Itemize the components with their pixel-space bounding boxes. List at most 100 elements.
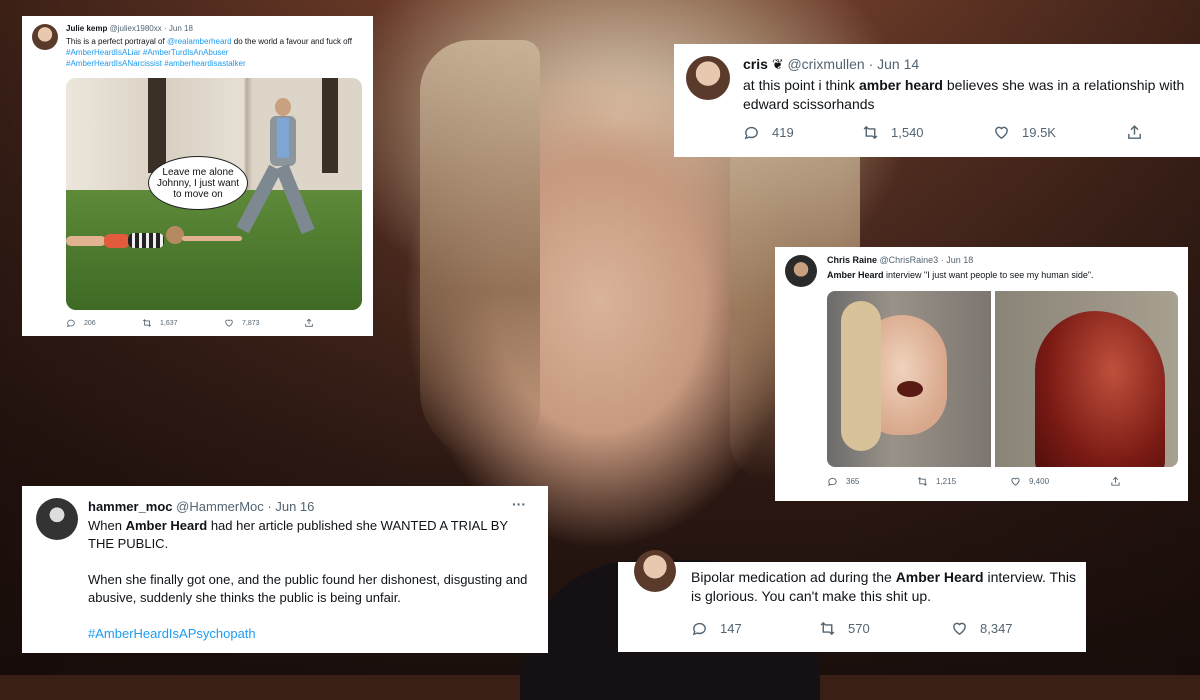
reply-button[interactable]: 365 — [827, 476, 859, 487]
tweet-text: at this point i think amber heard believ… — [743, 76, 1193, 114]
text-part: Bipolar medication ad during the — [691, 569, 896, 585]
reply-icon — [66, 319, 75, 327]
handle[interactable]: @HammerMoc — [176, 499, 264, 514]
text-bold: Amber Heard — [895, 569, 984, 585]
text-bold: Amber Heard — [125, 518, 208, 533]
retweet-button[interactable]: 570 — [819, 620, 870, 637]
reply-button[interactable]: 419 — [743, 124, 794, 141]
tweet-card-chris-raine[interactable]: Chris Raine @ChrisRaine3 · Jun 18 Amber … — [775, 247, 1188, 501]
tweet-card-cris[interactable]: cris ❦ @crixmullen · Jun 14 at this poin… — [674, 44, 1200, 157]
separator-dot: · — [267, 499, 272, 514]
like-button[interactable]: 7,873 — [224, 318, 260, 328]
tweet-header: hammer_moc @HammerMoc · Jun 16 — [88, 499, 314, 514]
reply-icon — [692, 622, 706, 636]
like-count: 8,347 — [980, 621, 1013, 636]
tweet-text: Bipolar medication ad during the Amber H… — [691, 568, 1081, 606]
share-icon — [1128, 125, 1141, 139]
name-badge: ❦ — [771, 56, 784, 72]
retweet-button[interactable]: 1,540 — [862, 124, 924, 141]
tweet-date[interactable]: Jun 14 — [877, 56, 919, 72]
retweet-icon — [863, 125, 878, 140]
retweet-count: 570 — [848, 621, 870, 636]
tweet-media-image-left[interactable] — [827, 291, 991, 467]
hashtag-link[interactable]: #AmberHeardIsAPsychopath — [88, 625, 534, 643]
heart-icon — [1011, 477, 1020, 486]
retweet-count: 1,540 — [891, 125, 924, 140]
share-button[interactable] — [304, 318, 314, 328]
paragraph-2: When she finally got one, and the public… — [88, 572, 528, 605]
display-name[interactable]: cris — [743, 56, 768, 72]
speech-bubble: Leave me alone Johnny, I just want to mo… — [148, 156, 248, 210]
share-button[interactable] — [1110, 476, 1121, 487]
more-options-button[interactable]: ··· — [512, 496, 526, 512]
tweet-card-julie[interactable]: Julie kemp @juliex1980xx · Jun 18 This i… — [22, 16, 373, 336]
hashtags-link[interactable]: #AmberHeardIsANarcissist #amberheardisas… — [66, 59, 246, 68]
separator-dot: · — [940, 255, 944, 265]
mouth — [897, 381, 923, 397]
like-button[interactable]: 9,400 — [1010, 476, 1049, 487]
paragraph-1: When Amber Heard had her article publish… — [88, 517, 534, 553]
text-part: This is a perfect portrayal of — [66, 37, 167, 46]
like-button[interactable]: 19.5K — [993, 124, 1056, 141]
retweet-icon — [918, 477, 927, 486]
text-part: interview "I just want people to see my … — [883, 270, 1094, 280]
reply-icon — [828, 477, 837, 486]
woman-figure — [66, 226, 246, 252]
tweet-card-bipolar[interactable]: Bipolar medication ad during the Amber H… — [618, 550, 1086, 652]
avatar[interactable] — [634, 550, 676, 592]
display-name[interactable]: Chris Raine — [827, 255, 877, 265]
like-count: 7,873 — [242, 319, 260, 327]
heart-icon — [995, 126, 1008, 140]
reply-count: 147 — [720, 621, 742, 636]
handle[interactable]: @ChrisRaine3 — [880, 255, 939, 265]
display-name[interactable]: hammer_moc — [88, 499, 173, 514]
avatar[interactable] — [785, 255, 817, 287]
tweet-header: cris ❦ @crixmullen · Jun 14 — [743, 56, 919, 73]
tweet-media-image[interactable]: Leave me alone Johnny, I just want to mo… — [66, 78, 362, 310]
window-dark — [148, 78, 166, 173]
tweet-header: Julie kemp @juliex1980xx · Jun 18 — [66, 24, 193, 33]
tweet-date[interactable]: Jun 16 — [275, 499, 314, 514]
text-part: at this point i think — [743, 77, 859, 93]
window-dark — [322, 78, 338, 173]
hair — [841, 301, 881, 451]
reply-icon — [744, 126, 758, 140]
tweet-media-image-right[interactable] — [995, 291, 1178, 467]
share-icon — [1111, 476, 1120, 486]
like-count: 9,400 — [1029, 477, 1050, 486]
separator-dot: · — [163, 24, 167, 33]
avatar[interactable] — [686, 56, 730, 100]
tweet-date[interactable]: Jun 18 — [169, 24, 193, 33]
text-part: do the world a favour and fuck off — [231, 37, 352, 46]
retweet-button[interactable]: 1,637 — [142, 318, 178, 328]
share-button[interactable] — [1126, 124, 1143, 141]
tweet-date[interactable]: Jun 18 — [946, 255, 973, 265]
avatar[interactable] — [32, 24, 58, 50]
handle[interactable]: @crixmullen — [787, 56, 864, 72]
retweet-button[interactable]: 1,215 — [917, 476, 956, 487]
display-name[interactable]: Julie kemp — [66, 24, 107, 33]
reply-count: 419 — [772, 125, 794, 140]
text-bold: Amber Heard — [827, 270, 884, 280]
like-button[interactable]: 8,347 — [951, 620, 1013, 637]
retweet-count: 1,637 — [160, 319, 178, 327]
heart-icon — [953, 622, 966, 636]
handle[interactable]: @juliex1980xx — [110, 24, 162, 33]
text-part: When — [88, 518, 126, 533]
creature — [1035, 311, 1165, 467]
reply-count: 206 — [84, 319, 96, 327]
share-icon — [305, 318, 313, 327]
reply-count: 365 — [846, 477, 860, 486]
reply-button[interactable]: 206 — [66, 318, 96, 328]
like-count: 19.5K — [1022, 125, 1056, 140]
reply-button[interactable]: 147 — [691, 620, 742, 637]
mention-link[interactable]: @realamberheard — [167, 37, 232, 46]
retweet-icon — [820, 621, 835, 636]
avatar[interactable] — [36, 498, 78, 540]
tweet-card-hammer-moc[interactable]: hammer_moc @HammerMoc · Jun 16 ··· When … — [22, 486, 548, 653]
hashtags-link[interactable]: #AmberHeardIsALiar #AmberTurdIsAnAbuser — [66, 48, 228, 57]
separator-dot: · — [868, 56, 874, 72]
tweet-header: Chris Raine @ChrisRaine3 · Jun 18 — [827, 255, 973, 265]
tweet-text: This is a perfect portrayal of @realambe… — [66, 36, 366, 69]
retweet-count: 1,215 — [936, 477, 957, 486]
